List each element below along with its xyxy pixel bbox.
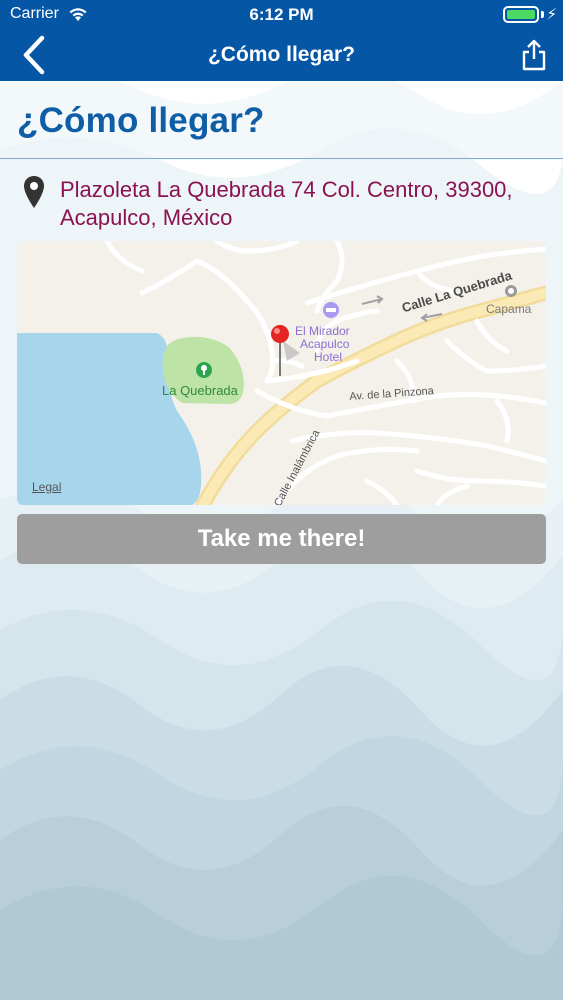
- share-icon[interactable]: [519, 38, 549, 72]
- status-bar: Carrier 6:12 PM ⚡: [0, 0, 563, 30]
- battery-icon: [503, 6, 539, 23]
- location-pin-icon: [24, 176, 44, 208]
- address-text: Plazoleta La Quebrada 74 Col. Centro, 39…: [60, 177, 513, 230]
- top-bar: Carrier 6:12 PM ⚡ ¿Cómo llegar?: [0, 0, 563, 81]
- map-legal-link[interactable]: Legal: [32, 480, 61, 494]
- map-view[interactable]: Calle La Quebrada El Mirador Acapulco Ho…: [17, 241, 546, 505]
- page-title: ¿Cómo llegar?: [17, 101, 265, 140]
- map-label-park: La Quebrada: [162, 383, 238, 398]
- navigation-bar: ¿Cómo llegar?: [0, 30, 563, 81]
- map-label-hotel-3: Hotel: [314, 350, 343, 364]
- clock: 6:12 PM: [249, 5, 314, 24]
- nav-title: ¿Cómo llegar?: [207, 43, 355, 66]
- map-label-capama: Capama: [486, 302, 532, 316]
- take-me-there-button[interactable]: Take me there!: [17, 514, 546, 564]
- divider: [0, 158, 563, 159]
- battery-tip: [541, 11, 544, 18]
- charging-icon: ⚡: [546, 6, 557, 23]
